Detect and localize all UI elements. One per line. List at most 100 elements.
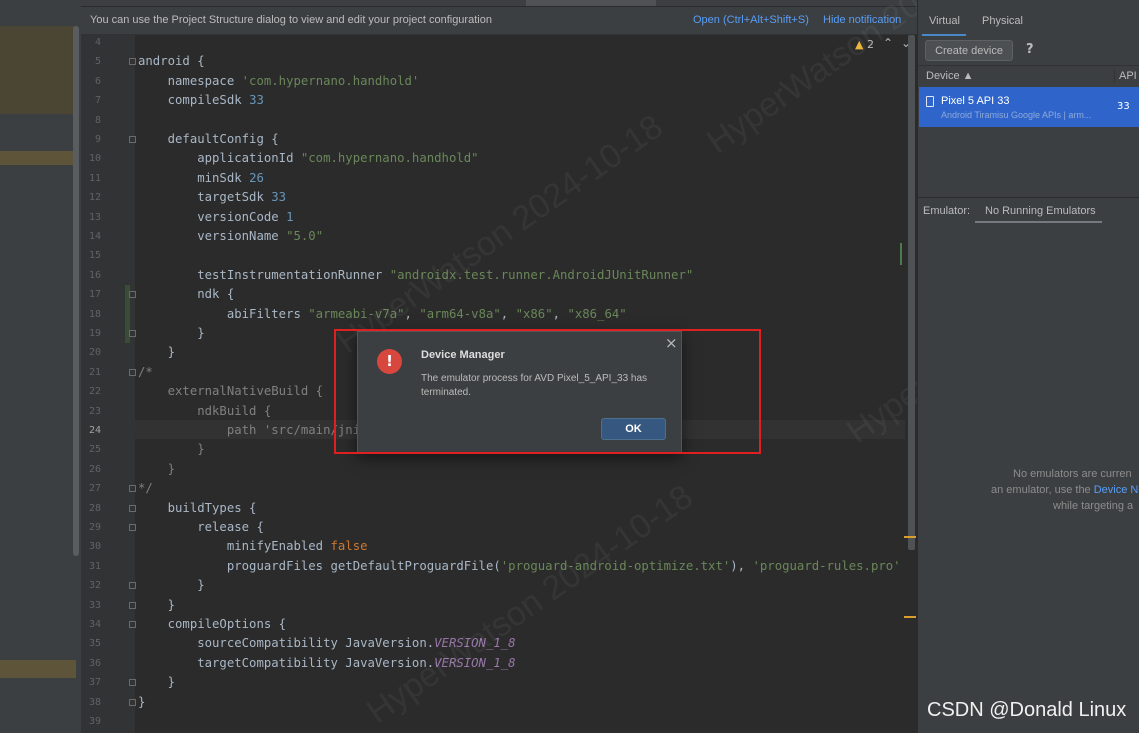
line-number: 34 bbox=[88, 619, 101, 630]
code-line[interactable]: ndkBuild { bbox=[138, 404, 271, 418]
code-line[interactable]: externalNativeBuild { bbox=[138, 384, 323, 398]
code-line[interactable]: buildTypes { bbox=[138, 501, 257, 515]
column-api[interactable]: API bbox=[1114, 70, 1137, 82]
line-number: 15 bbox=[88, 250, 101, 262]
column-device[interactable]: Device ▲ bbox=[926, 70, 974, 82]
fold-icon[interactable] bbox=[129, 621, 136, 628]
ok-button[interactable]: OK bbox=[601, 418, 666, 440]
line-number: 5 bbox=[94, 56, 101, 68]
editor-tab[interactable] bbox=[426, 0, 521, 6]
code-line[interactable]: versionName "5.0" bbox=[138, 229, 323, 243]
line-number: 14 bbox=[88, 231, 101, 242]
code-line[interactable]: path 'src/main/jni/ bbox=[138, 423, 368, 437]
fold-icon[interactable] bbox=[129, 330, 136, 337]
editor-tab-bar bbox=[81, 0, 917, 7]
code-line[interactable]: } bbox=[138, 326, 204, 340]
chevron-up-icon[interactable]: ⌃ bbox=[883, 36, 893, 50]
code-line[interactable]: testInstrumentationRunner "androidx.test… bbox=[138, 268, 693, 282]
code-line[interactable]: release { bbox=[138, 520, 264, 534]
code-line[interactable]: android { bbox=[138, 54, 205, 68]
device-manager-panel: Virtual Physical Create device ? Device … bbox=[917, 0, 1139, 733]
code-line[interactable]: } bbox=[138, 695, 145, 709]
device-api: 33 bbox=[1117, 101, 1130, 112]
fold-icon[interactable] bbox=[129, 291, 136, 298]
project-tree-highlight[interactable] bbox=[0, 660, 76, 678]
fold-icon[interactable] bbox=[129, 369, 136, 376]
code-line[interactable]: /* bbox=[138, 365, 153, 379]
code-line[interactable]: versionCode 1 bbox=[138, 210, 293, 224]
emulator-toolbar: Emulator: No Running Emulators bbox=[918, 200, 1139, 223]
error-icon: ! bbox=[377, 349, 402, 374]
line-number: 20 bbox=[88, 347, 101, 359]
code-line[interactable]: minSdk 26 bbox=[138, 171, 264, 185]
code-line[interactable]: sourceCompatibility JavaVersion.VERSION_… bbox=[138, 636, 515, 650]
create-device-button[interactable]: Create device bbox=[925, 40, 1013, 61]
emulator-label: Emulator: bbox=[923, 205, 971, 217]
editor-tab[interactable] bbox=[661, 0, 781, 6]
code-line[interactable]: abiFilters "armeabi-v7a", "arm64-v8a", "… bbox=[138, 307, 627, 321]
code-line[interactable]: targetSdk 33 bbox=[138, 190, 286, 204]
line-number: 8 bbox=[94, 114, 101, 126]
panel-divider[interactable] bbox=[918, 197, 1139, 198]
fold-icon[interactable] bbox=[129, 602, 136, 609]
line-number: 17 bbox=[88, 289, 101, 301]
fold-icon[interactable] bbox=[129, 582, 136, 589]
device-row[interactable]: Pixel 5 API 33 Android Tiramisu Google A… bbox=[919, 87, 1139, 127]
project-tree-highlight[interactable] bbox=[0, 151, 76, 165]
code-line[interactable]: defaultConfig { bbox=[138, 132, 279, 146]
tab-virtual[interactable]: Virtual bbox=[929, 15, 960, 27]
fold-icon[interactable] bbox=[129, 58, 136, 65]
project-scrollbar[interactable] bbox=[73, 26, 79, 556]
code-line[interactable]: minifyEnabled false bbox=[138, 539, 368, 553]
device-manager-header bbox=[918, 0, 1139, 6]
fold-icon[interactable] bbox=[129, 679, 136, 686]
close-icon[interactable]: × bbox=[665, 334, 678, 352]
code-line[interactable]: targetCompatibility JavaVersion.VERSION_… bbox=[138, 656, 515, 670]
editor-tab[interactable] bbox=[786, 0, 876, 6]
warning-stripe[interactable] bbox=[904, 536, 916, 538]
help-icon[interactable]: ? bbox=[1026, 42, 1034, 57]
code-line[interactable]: compileSdk 33 bbox=[138, 93, 264, 107]
project-tree-selection[interactable] bbox=[0, 26, 76, 114]
code-line[interactable]: */ bbox=[138, 481, 153, 495]
fold-icon[interactable] bbox=[129, 505, 136, 512]
editor-tab[interactable] bbox=[233, 0, 423, 6]
tab-physical[interactable]: Physical bbox=[982, 15, 1023, 27]
line-number: 28 bbox=[88, 502, 101, 514]
editor-tab-active[interactable] bbox=[526, 0, 656, 6]
code-line[interactable]: ndk { bbox=[138, 287, 234, 301]
warning-count: 2 bbox=[866, 38, 874, 51]
line-number: 16 bbox=[88, 269, 101, 281]
inspection-widget[interactable]: ▲ 2 bbox=[855, 38, 874, 51]
line-number: 26 bbox=[88, 463, 101, 475]
hide-notification-link[interactable]: Hide notification bbox=[823, 14, 901, 26]
code-line[interactable]: applicationId "com.hypernano.handhold" bbox=[138, 151, 478, 165]
code-line[interactable]: } bbox=[138, 462, 175, 476]
line-number: 25 bbox=[88, 444, 101, 456]
fold-icon[interactable] bbox=[129, 699, 136, 706]
code-line[interactable]: } bbox=[138, 598, 175, 612]
open-project-structure-link[interactable]: Open (Ctrl+Alt+Shift+S) bbox=[693, 14, 809, 26]
line-number: 35 bbox=[88, 638, 101, 650]
device-subtitle: Android Tiramisu Google APIs | arm... bbox=[941, 110, 1092, 120]
code-line[interactable]: compileOptions { bbox=[138, 617, 286, 631]
code-line[interactable]: } bbox=[138, 345, 175, 359]
tab-no-running-emulators[interactable]: No Running Emulators bbox=[985, 205, 1096, 217]
fold-icon[interactable] bbox=[129, 136, 136, 143]
line-number: 12 bbox=[88, 192, 101, 204]
active-tab-indicator bbox=[975, 221, 1102, 223]
code-line[interactable]: } bbox=[138, 578, 204, 592]
code-line[interactable]: proguardFiles getDefaultProguardFile('pr… bbox=[138, 559, 901, 573]
notification-bar: You can use the Project Structure dialog… bbox=[81, 7, 917, 35]
editor-scrollbar[interactable] bbox=[908, 35, 915, 550]
code-line[interactable]: } bbox=[138, 442, 204, 456]
code-line[interactable]: } bbox=[138, 675, 175, 689]
line-number: 11 bbox=[88, 172, 101, 184]
vcs-change-marker[interactable] bbox=[900, 243, 902, 265]
code-line[interactable]: namespace 'com.hypernano.handhold' bbox=[138, 74, 420, 88]
editor-tab[interactable] bbox=[86, 0, 226, 6]
device-manager-link[interactable]: Device N bbox=[1094, 484, 1139, 496]
fold-icon[interactable] bbox=[129, 524, 136, 531]
warning-stripe[interactable] bbox=[904, 616, 916, 618]
fold-icon[interactable] bbox=[129, 485, 136, 492]
